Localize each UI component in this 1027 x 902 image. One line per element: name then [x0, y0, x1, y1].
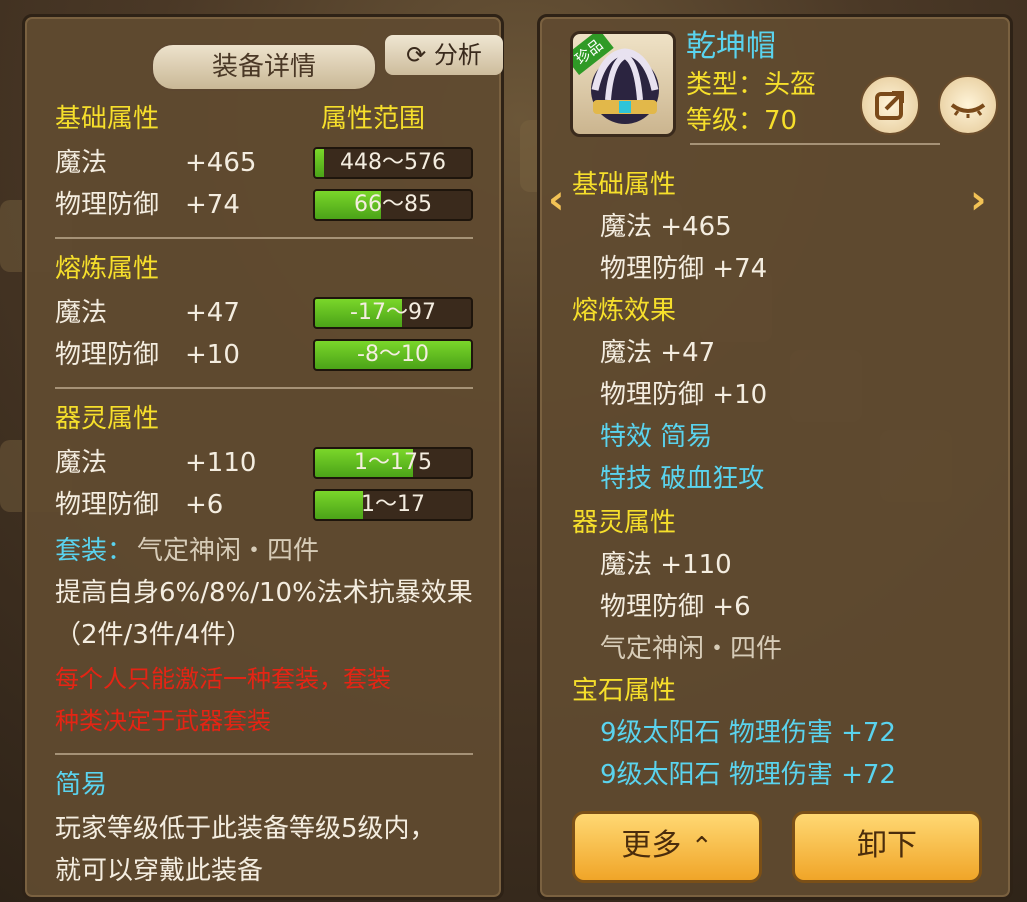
- equipped-item-panel: 珍品 乾坤帽 类型：头盔 等级：70 ‹ › 基础属性 魔法 +465 物理防御…: [537, 14, 1013, 900]
- special-title: 简易: [55, 770, 108, 800]
- attr-value: +74: [185, 190, 240, 220]
- attr-line: 魔法 +47: [600, 338, 716, 368]
- attr-value: +110: [185, 448, 257, 478]
- special-description: 玩家等级低于此装备等级5级内，: [55, 814, 436, 844]
- share-icon: [875, 91, 904, 120]
- attr-line: 物理防御 +10: [600, 380, 768, 410]
- attr-name: 物理防御: [55, 190, 160, 220]
- item-type: 类型：头盔: [686, 70, 817, 100]
- set-description-pieces: （2件/3件/4件）: [55, 620, 253, 650]
- panel-title: 装备详情: [151, 43, 377, 91]
- gem-line: 9级太阳石 物理伤害 +72: [600, 718, 896, 748]
- unequip-label: 卸下: [857, 828, 917, 863]
- attr-line: 魔法 +465: [600, 212, 732, 242]
- set-description: 提高自身6%/8%/10%法术抗暴效果: [55, 578, 473, 608]
- base-attr-header: 基础属性: [572, 170, 677, 200]
- hide-button[interactable]: [938, 75, 998, 135]
- next-arrow-icon[interactable]: ›: [970, 177, 986, 223]
- attr-name: 魔法: [55, 448, 108, 478]
- attr-value: +465: [185, 148, 257, 178]
- range-label: 1～17: [361, 492, 425, 517]
- gem-line: 9级太阳石 物理伤害 +72: [600, 760, 896, 790]
- set-warning: 种类决定于武器套装: [55, 707, 271, 735]
- attr-range-bar: -8～10: [313, 339, 473, 371]
- attr-range-bar: 66～85: [313, 189, 473, 221]
- attr-line: 物理防御 +6: [600, 592, 751, 622]
- more-button[interactable]: 更多 ⌃: [572, 811, 762, 883]
- set-label: 套装：: [55, 536, 134, 566]
- refine-attr-header: 熔炼属性: [55, 254, 160, 284]
- divider: [55, 237, 473, 239]
- gem-attr-header: 宝石属性: [572, 676, 677, 706]
- attr-line: 魔法 +110: [600, 550, 732, 580]
- item-name: 乾坤帽: [686, 29, 776, 64]
- equipment-detail-panel: 装备详情 ⟳ 分析 基础属性 属性范围 魔法 +465 448～576 物理防御…: [22, 14, 504, 900]
- refresh-icon: ⟳: [406, 41, 434, 69]
- spirit-attr-header: 器灵属性: [572, 508, 677, 538]
- set-warning: 每个人只能激活一种套装，套装: [55, 665, 391, 693]
- attr-value: +10: [185, 340, 240, 370]
- base-attr-header: 基础属性: [55, 104, 160, 134]
- refine-effect-header: 熔炼效果: [572, 296, 677, 326]
- analyze-label: 分析: [433, 41, 482, 69]
- attr-range-bar: 1～175: [313, 447, 473, 479]
- attr-name: 魔法: [55, 298, 108, 328]
- prev-arrow-icon[interactable]: ‹: [548, 177, 564, 223]
- attr-range-header: 属性范围: [321, 104, 426, 134]
- divider: [690, 143, 940, 145]
- share-button[interactable]: [860, 75, 920, 135]
- attr-name: 魔法: [55, 148, 108, 178]
- attr-name: 物理防御: [55, 340, 160, 370]
- special-description: 就可以穿戴此装备: [55, 856, 264, 886]
- attr-name: 物理防御: [55, 490, 160, 520]
- analyze-button[interactable]: ⟳ 分析: [385, 35, 503, 75]
- item-level: 等级：70: [686, 106, 798, 136]
- attr-range-bar: 1～17: [313, 489, 473, 521]
- special-effect: 特效 简易: [600, 422, 713, 452]
- unequip-button[interactable]: 卸下: [792, 811, 982, 883]
- set-name: 气定神闲・四件: [137, 536, 320, 566]
- range-label: 1～175: [354, 450, 432, 475]
- more-label: 更多: [621, 828, 682, 863]
- attr-value: +6: [185, 490, 224, 520]
- range-label: 66～85: [354, 192, 432, 217]
- divider: [55, 753, 473, 755]
- range-label: -8～10: [357, 342, 429, 367]
- chevron-up-icon: ⌃: [690, 832, 713, 862]
- attr-value: +47: [185, 298, 240, 328]
- spirit-attr-header: 器灵属性: [55, 404, 160, 434]
- special-skill: 特技 破血狂攻: [600, 464, 765, 494]
- set-name: 气定神闲・四件: [600, 634, 783, 664]
- item-icon[interactable]: 珍品: [570, 31, 676, 137]
- eye-closed-icon: [950, 103, 986, 118]
- attr-range-bar: -17～97: [313, 297, 473, 329]
- divider: [55, 387, 473, 389]
- attr-range-bar: 448～576: [313, 147, 473, 179]
- range-label: -17～97: [350, 300, 436, 325]
- range-label: 448～576: [340, 150, 446, 175]
- attr-line: 物理防御 +74: [600, 254, 768, 284]
